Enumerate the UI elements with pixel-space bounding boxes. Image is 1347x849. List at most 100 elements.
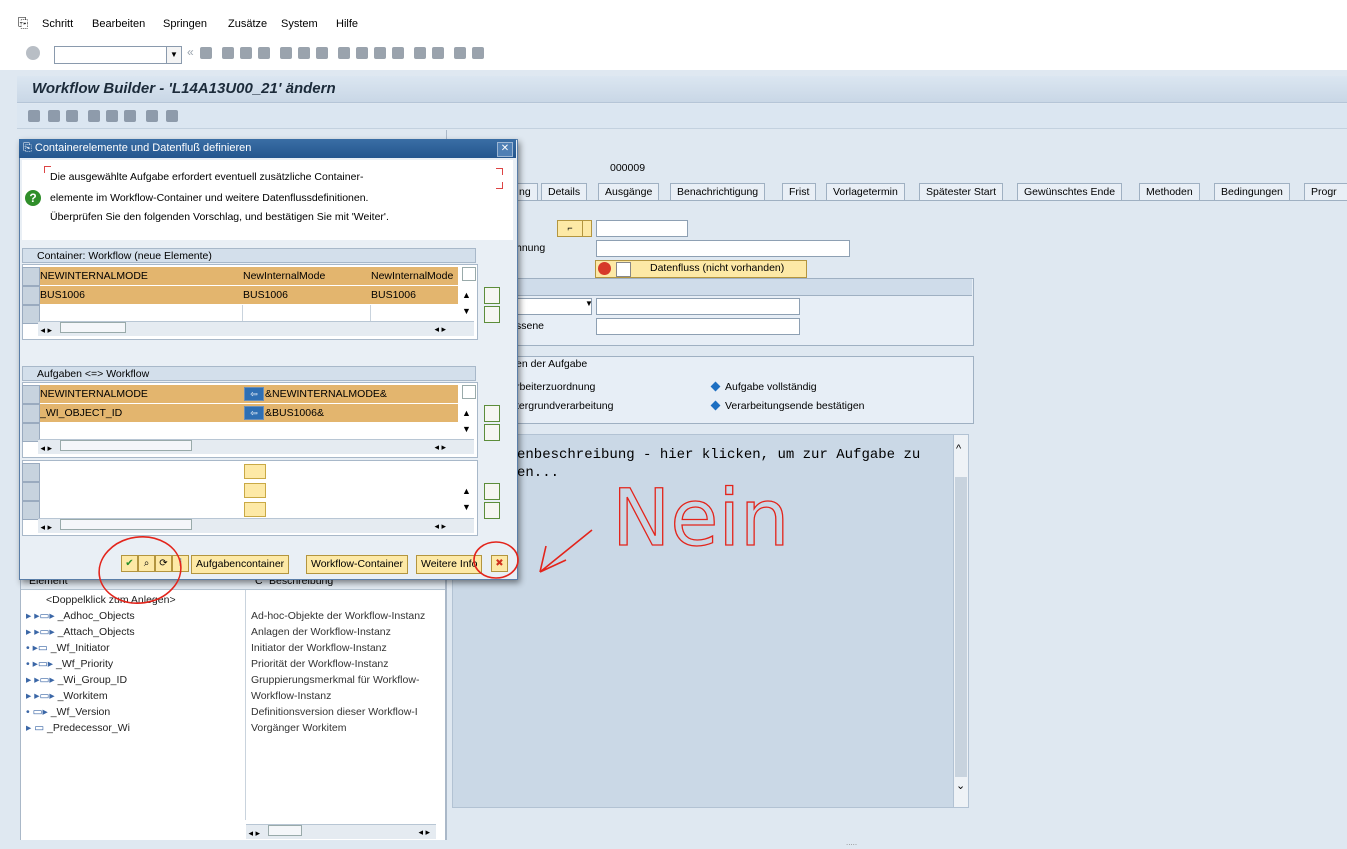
menu-schritt[interactable]: Schritt <box>42 18 73 30</box>
horizontal-scrollbar[interactable]: ◂ ▸ ◂ ▸ <box>246 824 436 839</box>
continue-button[interactable]: ✔ <box>121 555 138 572</box>
layout-icon[interactable] <box>472 47 484 59</box>
cancel-icon[interactable] <box>258 47 270 59</box>
row-selector[interactable] <box>22 385 40 404</box>
first-page-icon[interactable] <box>338 47 350 59</box>
delete-row-icon[interactable] <box>484 502 500 519</box>
check-icon[interactable] <box>88 110 100 122</box>
last-page-icon[interactable] <box>392 47 404 59</box>
print-icon[interactable] <box>280 47 292 59</box>
table-row[interactable]: BUS1006 BUS1006 BUS1006 <box>22 286 458 304</box>
close-icon[interactable]: ✕ <box>497 142 513 157</box>
binding-button[interactable] <box>244 502 266 517</box>
workflow-container-button[interactable]: Workflow-Container <box>306 555 409 574</box>
tab-gewuenschtes-ende[interactable]: Gewünschtes Ende <box>1017 183 1123 201</box>
task-id-field[interactable] <box>596 220 688 237</box>
menu-system[interactable]: System <box>281 18 318 30</box>
scroll-thumb[interactable] <box>955 477 967 777</box>
tab-zuordnung[interactable]: ng <box>516 183 538 201</box>
horizontal-scrollbar[interactable]: ◂ ▸ ◂ ▸ <box>38 321 474 336</box>
edit-icon[interactable] <box>106 110 118 122</box>
tree-item[interactable]: • ▸▭ _Wf_Initiator <box>26 642 110 654</box>
row-selector[interactable] <box>22 267 40 286</box>
shortcut-icon[interactable] <box>432 47 444 59</box>
tree-item[interactable]: ▸ ▭ _Predecessor_Wi <box>26 722 130 734</box>
description-field[interactable] <box>596 240 850 257</box>
tab-programmierung[interactable]: Progr <box>1304 183 1347 201</box>
insert-row-icon[interactable] <box>484 287 500 304</box>
check-icon[interactable]: ⌕ <box>138 555 155 572</box>
chevron-down-icon[interactable]: ▼ <box>462 502 471 512</box>
chevron-down-icon[interactable]: ▼ <box>462 306 471 316</box>
table-row[interactable]: _WI_OBJECT_ID &BUS1006& <box>22 404 458 422</box>
chevron-down-icon[interactable]: ▼ <box>585 299 593 308</box>
row-selector[interactable] <box>22 482 40 501</box>
refresh-icon[interactable]: ⟳ <box>155 555 172 572</box>
tab-vorlagetermin[interactable]: Vorlagetermin <box>826 183 905 201</box>
enter-icon[interactable] <box>26 46 40 60</box>
tab-details[interactable]: Details <box>541 183 588 201</box>
tree-item[interactable]: <Doppelklick zum Anlegen> <box>46 594 176 606</box>
next-page-icon[interactable] <box>374 47 386 59</box>
vertical-scrollbar[interactable]: ^ ⌄ <box>953 434 969 808</box>
table-row[interactable]: NEWINTERNALMODE NewInternalMode NewInter… <box>22 267 458 285</box>
tree-item[interactable]: • ▭▸ _Wf_Version <box>26 706 110 718</box>
exit-icon[interactable] <box>240 47 252 59</box>
tab-spaetester-start[interactable]: Spätester Start <box>919 183 1004 201</box>
list-icon[interactable] <box>166 110 178 122</box>
insert-row-icon[interactable] <box>484 483 500 500</box>
horizontal-scrollbar[interactable]: ◂ ▸ ◂ ▸ <box>38 518 474 533</box>
tab-ausgaenge[interactable]: Ausgänge <box>598 183 660 201</box>
help-icon[interactable] <box>454 47 466 59</box>
binding-button[interactable] <box>244 483 266 498</box>
new-icon[interactable] <box>28 110 40 122</box>
menu-hilfe[interactable]: Hilfe <box>336 18 358 30</box>
tab-frist[interactable]: Frist <box>782 183 817 201</box>
delete-row-icon[interactable] <box>484 306 500 323</box>
command-dropdown[interactable]: ▼ <box>166 46 182 64</box>
resize-handle[interactable]: ..... <box>846 838 857 847</box>
chevron-up-icon[interactable]: ^ <box>956 443 961 455</box>
binding-button[interactable] <box>244 464 266 479</box>
task-description-area[interactable]: enbeschreibung - hier klicken, um zur Au… <box>452 434 954 808</box>
find-icon[interactable] <box>298 47 310 59</box>
select-all-checkbox[interactable] <box>462 385 476 399</box>
save-icon[interactable] <box>200 47 212 59</box>
horizontal-scrollbar[interactable]: ◂ ▸ ◂ ▸ <box>38 439 474 454</box>
find-next-icon[interactable] <box>316 47 328 59</box>
dataflow-button[interactable]: Datenfluss (nicht vorhanden) <box>595 260 807 278</box>
chevron-down-icon[interactable]: ⌄ <box>956 779 965 792</box>
tree-item[interactable]: ▸ ▸▭▸ _Wi_Group_ID <box>26 674 127 686</box>
table-row[interactable]: NEWINTERNALMODE &NEWINTERNALMODE& <box>22 385 458 403</box>
dropdown-small-button[interactable] <box>582 220 592 237</box>
chevron-up-icon[interactable]: ▲ <box>462 486 471 496</box>
new-session-icon[interactable] <box>414 47 426 59</box>
chevron-down-icon[interactable]: ▼ <box>462 424 471 434</box>
chevron-up-icon[interactable]: ▲ <box>462 290 471 300</box>
row-selector[interactable] <box>22 286 40 305</box>
menu-bearbeiten[interactable]: Bearbeiten <box>92 18 145 30</box>
print-icon[interactable] <box>146 110 158 122</box>
glasses-button[interactable]: ⌐ <box>557 220 583 237</box>
more-info-button[interactable]: Weitere Info <box>416 555 483 574</box>
agent-type-select[interactable] <box>510 298 592 315</box>
tree-item[interactable]: ▸ ▸▭▸ _Workitem <box>26 690 108 702</box>
arrow-left-icon[interactable]: ⇦ <box>244 387 264 401</box>
tree-item[interactable]: ▸ ▸▭▸ _Adhoc_Objects <box>26 610 135 622</box>
command-field[interactable] <box>54 46 168 64</box>
tree-item[interactable]: ▸ ▸▭▸ _Attach_Objects <box>26 626 135 638</box>
previous-page-icon[interactable] <box>356 47 368 59</box>
cancel-button[interactable]: ✖ <box>491 555 508 572</box>
tab-bedingungen[interactable]: Bedingungen <box>1214 183 1290 201</box>
tab-methoden[interactable]: Methoden <box>1139 183 1200 201</box>
excluded-field[interactable] <box>596 318 800 335</box>
tree-item[interactable]: • ▸▭▸ _Wf_Priority <box>26 658 113 670</box>
row-selector[interactable] <box>22 404 40 423</box>
delete-row-icon[interactable] <box>484 424 500 441</box>
info-icon[interactable]: i <box>172 555 189 572</box>
insert-row-icon[interactable] <box>484 405 500 422</box>
chevron-up-icon[interactable]: ▲ <box>462 408 471 418</box>
activate-icon[interactable] <box>124 110 136 122</box>
menu-springen[interactable]: Springen <box>163 18 207 30</box>
tab-benachrichtigung[interactable]: Benachrichtigung <box>670 183 766 201</box>
